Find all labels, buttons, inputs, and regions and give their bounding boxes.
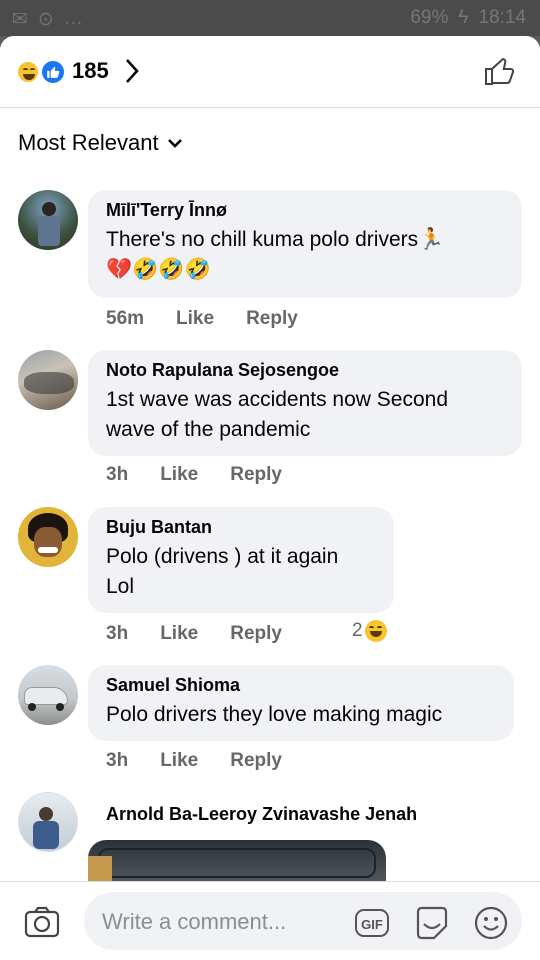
- chevron-down-icon: [167, 139, 182, 148]
- comment-bubble[interactable]: Mīlī'Terry Īnnø There's no chill kuma po…: [88, 190, 522, 298]
- comment-reaction-count: 2: [352, 620, 363, 641]
- chevron-right-icon[interactable]: [124, 57, 140, 85]
- reply-link[interactable]: Reply: [246, 308, 298, 330]
- laugh-emoji-icon: [16, 60, 40, 84]
- comment-bubble[interactable]: Samuel Shioma Polo drivers they love mak…: [88, 665, 514, 741]
- battery-level: 69%: [410, 7, 449, 28]
- comment-text-line: Polo (drivens ) at it again: [106, 545, 339, 568]
- like-emoji-icon: [40, 59, 66, 85]
- comment-bubble[interactable]: Noto Rapulana Sejosengoe 1st wave was ac…: [88, 350, 522, 456]
- comment-time: 3h: [106, 464, 129, 485]
- like-link[interactable]: Like: [160, 464, 198, 486]
- thumbs-up-icon[interactable]: [484, 56, 516, 86]
- comment-composer: Write a comment... GIF: [0, 881, 540, 960]
- avatar[interactable]: [18, 190, 78, 250]
- comment-emoji-line: 💔🤣🤣🤣: [106, 258, 211, 281]
- sticker-icon[interactable]: [414, 906, 450, 940]
- charging-icon: ϟ: [458, 7, 469, 28]
- svg-text:GIF: GIF: [361, 917, 383, 932]
- avatar[interactable]: [18, 665, 78, 725]
- comment-text-line: wave of the pandemic: [106, 418, 311, 441]
- sort-dropdown[interactable]: Most Relevant: [18, 130, 183, 156]
- reactions-bar[interactable]: 185: [0, 36, 540, 108]
- sort-label: Most Relevant: [18, 130, 159, 155]
- like-link[interactable]: Like: [176, 308, 214, 330]
- avatar[interactable]: [18, 507, 78, 567]
- comment-time: 3h: [106, 623, 129, 644]
- comment-placeholder: Write a comment...: [102, 909, 287, 934]
- status-indicators: 69% ϟ 18:14: [410, 7, 526, 29]
- laugh-emoji-icon: [364, 620, 387, 642]
- comment-actions: 56m Like Reply: [106, 308, 330, 330]
- comment-text-line: Lol: [106, 575, 135, 598]
- comment-input[interactable]: Write a comment...: [84, 892, 522, 950]
- emoji-icon[interactable]: [474, 906, 508, 940]
- reply-link[interactable]: Reply: [230, 623, 282, 645]
- comment-time: 3h: [106, 750, 129, 771]
- like-link[interactable]: Like: [160, 623, 198, 645]
- comment-actions: 3h Like Reply: [106, 750, 314, 772]
- avatar[interactable]: [18, 350, 78, 410]
- reply-link[interactable]: Reply: [230, 464, 282, 486]
- comment-actions: 3h Like Reply: [106, 464, 314, 486]
- avatar[interactable]: [18, 792, 78, 852]
- comment-time: 56m: [106, 308, 145, 329]
- comment-reaction-summary[interactable]: 2: [352, 620, 387, 642]
- comment-image[interactable]: [88, 840, 386, 884]
- reply-link[interactable]: Reply: [230, 750, 282, 772]
- comment-actions: 3h Like Reply: [106, 623, 314, 645]
- comment-author[interactable]: Samuel Shioma: [106, 675, 496, 696]
- comment-author[interactable]: Arnold Ba-Leeroy Zvinavashe Jenah: [106, 804, 417, 825]
- camera-icon[interactable]: [24, 906, 60, 938]
- comment-author[interactable]: Mīlī'Terry Īnnø: [106, 200, 504, 221]
- comments-sheet: 185 Most Relevant Mīlī'Terry Īnnø There'…: [0, 36, 540, 960]
- comment-text: There's no chill kuma polo drivers🏃: [106, 228, 445, 251]
- comment-text-line: 1st wave was accidents now Second: [106, 388, 449, 411]
- notification-icons: ✉ ⊙…: [12, 8, 83, 30]
- gif-icon[interactable]: GIF: [354, 908, 390, 938]
- comment-author[interactable]: Buju Bantan: [106, 517, 376, 538]
- like-link[interactable]: Like: [160, 750, 198, 772]
- clock: 18:14: [478, 7, 526, 28]
- reaction-count: 185: [72, 58, 109, 83]
- status-bar: ✉ ⊙… 69% ϟ 18:14: [0, 0, 540, 36]
- comment-text: Polo drivers they love making magic: [106, 703, 443, 726]
- comment-bubble[interactable]: Buju Bantan Polo (drivens ) at it again …: [88, 507, 394, 613]
- reaction-icons: [16, 59, 68, 85]
- comment-author[interactable]: Noto Rapulana Sejosengoe: [106, 360, 504, 381]
